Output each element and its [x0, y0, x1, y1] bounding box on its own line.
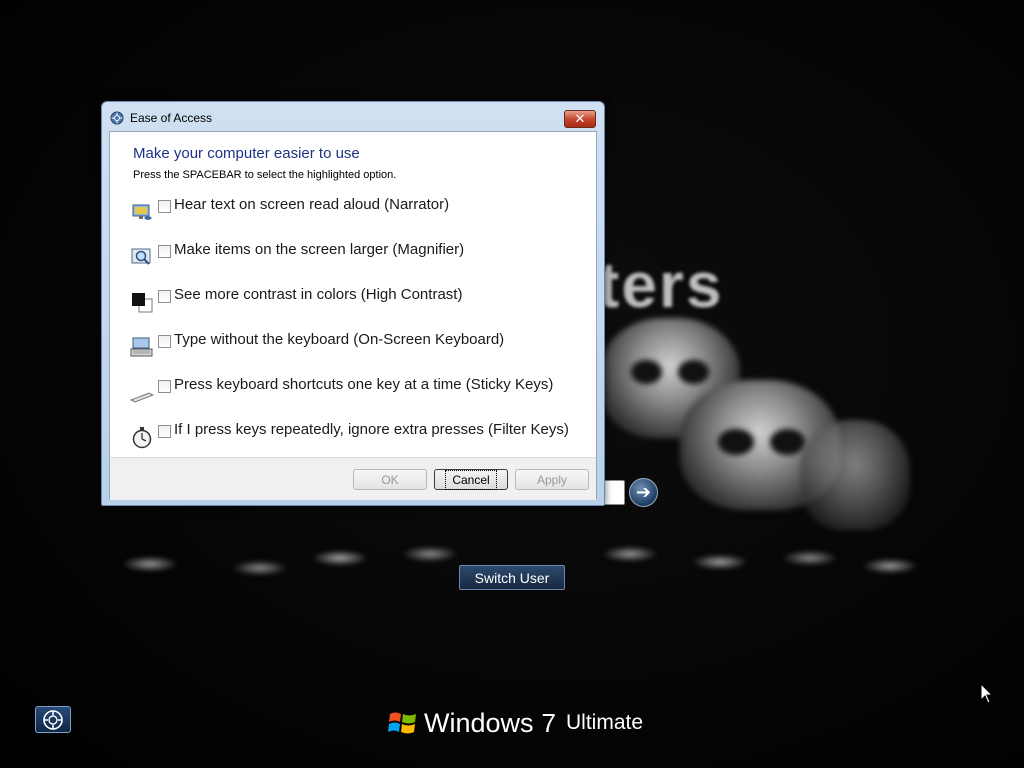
title-bar[interactable]: Ease of Access ✕ — [102, 102, 604, 132]
switch-user-button[interactable]: Switch User — [459, 565, 565, 590]
apply-button[interactable]: Apply — [515, 469, 589, 490]
ease-of-access-icon — [110, 111, 124, 125]
on-screen-keyboard-icon — [130, 337, 153, 357]
high-contrast-icon — [132, 293, 153, 313]
filter-keys-checkbox[interactable] — [158, 425, 171, 438]
narrator-checkbox[interactable] — [158, 200, 171, 213]
filter-keys-icon — [132, 427, 152, 449]
dialog-heading: Make your computer easier to use — [133, 145, 360, 162]
background-art-text: ters — [598, 249, 724, 321]
windows-wordmark: Windows — [424, 707, 534, 738]
option-label: If I press keys repeatedly, ignore extra… — [174, 421, 569, 438]
close-icon: ✕ — [574, 111, 586, 127]
option-high-contrast[interactable]: See more contrast in colors (High Contra… — [130, 286, 590, 318]
sticky-keys-icon — [130, 392, 154, 403]
ease-of-access-button[interactable] — [35, 706, 71, 733]
dialog-title: Ease of Access — [130, 111, 213, 125]
option-label: Press keyboard shortcuts one key at a ti… — [174, 376, 554, 393]
submit-arrow-button[interactable]: ➔ — [629, 478, 658, 507]
option-label: Make items on the screen larger (Magnifi… — [174, 241, 465, 258]
background-skull — [800, 420, 910, 530]
narrator-icon — [132, 204, 152, 220]
cancel-button[interactable]: Cancel — [434, 469, 508, 490]
dialog-footer: OK Cancel Apply — [110, 457, 596, 500]
windows-branding: Windows 7 Ultimate — [388, 703, 643, 743]
ok-button[interactable]: OK — [353, 469, 427, 490]
option-narrator[interactable]: Hear text on screen read aloud (Narrator… — [130, 196, 590, 228]
option-magnifier[interactable]: Make items on the screen larger (Magnifi… — [130, 241, 590, 273]
dialog-content: Make your computer easier to use Press t… — [109, 131, 597, 500]
on-screen-keyboard-checkbox[interactable] — [158, 335, 171, 348]
cancel-button-label: Cancel — [445, 469, 497, 490]
magnifier-checkbox[interactable] — [158, 245, 171, 258]
dialog-instruction: Press the SPACEBAR to select the highlig… — [133, 169, 397, 181]
windows-edition: Ultimate — [566, 711, 644, 734]
windows-logo-icon — [388, 712, 416, 734]
ease-of-access-icon — [43, 709, 63, 730]
option-on-screen-keyboard[interactable]: Type without the keyboard (On-Screen Key… — [130, 331, 590, 363]
option-label: See more contrast in colors (High Contra… — [174, 286, 463, 303]
mouse-cursor-icon — [980, 683, 994, 704]
option-filter-keys[interactable]: If I press keys repeatedly, ignore extra… — [130, 421, 590, 453]
high-contrast-checkbox[interactable] — [158, 290, 171, 303]
password-input[interactable] — [603, 480, 625, 505]
option-label: Hear text on screen read aloud (Narrator… — [174, 196, 450, 213]
windows-version: 7 — [541, 707, 556, 738]
close-button[interactable]: ✕ — [564, 110, 596, 128]
sticky-keys-checkbox[interactable] — [158, 380, 171, 393]
option-label: Type without the keyboard (On-Screen Key… — [174, 331, 505, 348]
option-sticky-keys[interactable]: Press keyboard shortcuts one key at a ti… — [130, 376, 590, 408]
arrow-right-icon: ➔ — [635, 482, 652, 503]
ease-of-access-dialog: Ease of Access ✕ Make your computer easi… — [101, 101, 605, 506]
magnifier-icon — [131, 248, 151, 265]
logon-screen: ters ➔ Switch User Windows 7 Ultimate Ea… — [0, 0, 1024, 768]
